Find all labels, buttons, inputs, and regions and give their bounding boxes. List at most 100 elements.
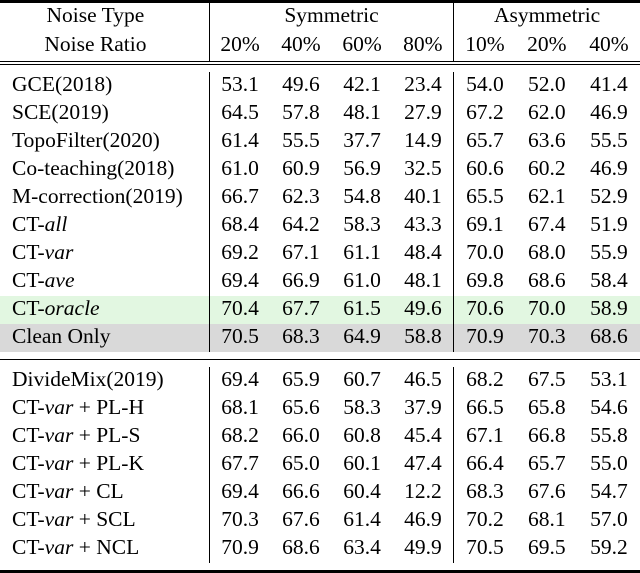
cell-value: 52.9 (578, 184, 640, 212)
cell-value: 58.3 (332, 212, 393, 240)
cell-value: 69.8 (454, 268, 516, 296)
row-method-label: CT-var + SCL (0, 507, 209, 535)
cell-value: 70.3 (516, 324, 578, 352)
cell-value: 67.2 (454, 100, 516, 128)
cell-value: 65.6 (270, 395, 331, 423)
cell-value: 69.4 (209, 367, 270, 395)
cell-value: 12.2 (393, 479, 454, 507)
table-row: TopoFilter(2020)61.4 55.5 37.714.965.763.6… (0, 128, 640, 156)
cell-value: 61.4 (209, 128, 270, 156)
cell-value: 55.8 (578, 423, 640, 451)
cell-value: 65.8 (516, 395, 578, 423)
cell-value: 37.9 (393, 395, 454, 423)
cell-value: 53.1 (209, 72, 270, 100)
cell-value: 46.9 (578, 156, 640, 184)
cell-value: 62.1 (516, 184, 578, 212)
cell-value: 58.3 (332, 395, 393, 423)
header-group-symmetric: Symmetric (209, 3, 453, 32)
cell-value: 54.6 (578, 395, 640, 423)
header-row-noise-ratio: Noise Ratio20%40%60%80%10%20%40% (0, 32, 640, 62)
cell-value: 42.1 (332, 72, 393, 100)
table-row: CT-var + PL-K67.765.060.147.466.465.755.… (0, 451, 640, 479)
cell-value: 55.5 (578, 128, 640, 156)
row-method-label: SCE(2019) (0, 100, 209, 128)
row-method-variant: oracle (45, 296, 100, 320)
row-method-variant: var (45, 423, 74, 447)
header-ratio-symmetric-40: 40% (270, 32, 331, 62)
cell-value: 60.4 (332, 479, 393, 507)
cell-value: 68.1 (516, 507, 578, 535)
cell-value: 60.7 (332, 367, 393, 395)
row-method-variant: all (45, 212, 68, 236)
cell-value: 58.8 (393, 324, 454, 352)
cell-value: 70.0 (454, 240, 516, 268)
cell-value: 69.2 (209, 240, 270, 268)
row-method-label: CT-var + PL-S (0, 423, 209, 451)
spacer-cell (0, 360, 640, 367)
cell-value: 63.6 (516, 128, 578, 156)
section-gap-top-1 (0, 352, 640, 360)
cell-value: 66.9 (270, 268, 331, 296)
cell-value: 49.9 (393, 535, 454, 563)
cell-value: 70.9 (454, 324, 516, 352)
row-method-label: CT-oracle (0, 296, 209, 324)
cell-value: 23.4 (393, 72, 454, 100)
cell-value: 67.7 (209, 451, 270, 479)
row-method-label: Clean Only (0, 324, 209, 352)
row-method-label: CT-var (0, 240, 209, 268)
header-noise-ratio-label: Noise Ratio (0, 32, 209, 62)
row-method-label: TopoFilter(2020) (0, 128, 209, 156)
cell-value: 68.0 (516, 240, 578, 268)
table-row: DivideMix(2019)69.465.960.746.568.267.55… (0, 367, 640, 395)
cell-value: 68.1 (209, 395, 270, 423)
section-gap-bottom-1 (0, 360, 640, 367)
cell-value: 49.6 (270, 72, 331, 100)
cell-value: 67.6 (270, 507, 331, 535)
cell-value: 41.4 (578, 72, 640, 100)
cell-value: 65.7 (454, 128, 516, 156)
cell-value: 56.9 (332, 156, 393, 184)
cell-value: 64.5 (209, 100, 270, 128)
row-method-label: GCE(2018) (0, 72, 209, 100)
cell-value: 68.3 (454, 479, 516, 507)
cell-value: 63.4 (332, 535, 393, 563)
results-table: Noise TypeSymmetricAsymmetric Noise Ratio… (0, 0, 640, 573)
cell-value: 52.0 (516, 72, 578, 100)
header-ratio-asymmetric-10: 10% (454, 32, 516, 62)
cell-value: 70.5 (209, 324, 270, 352)
cell-value: 46.9 (393, 507, 454, 535)
row-method-variant: var (45, 535, 74, 559)
cell-value: 66.0 (270, 423, 331, 451)
row-method-variant: var (45, 507, 74, 531)
header-group-asymmetric: Asymmetric (454, 3, 640, 32)
cell-value: 58.9 (578, 296, 640, 324)
cell-value: 65.9 (270, 367, 331, 395)
cell-value: 48.4 (393, 240, 454, 268)
header-noise-type-label: Noise Type (0, 3, 209, 32)
cell-value: 68.2 (454, 367, 516, 395)
cell-value: 46.5 (393, 367, 454, 395)
cell-value: 70.0 (516, 296, 578, 324)
row-method-variant: var (45, 395, 74, 419)
cell-value: 68.2 (209, 423, 270, 451)
table-row: GCE(2018)53.149.642.123.454.052.041.4 (0, 72, 640, 100)
cell-value: 62.3 (270, 184, 331, 212)
cell-value: 68.6 (516, 268, 578, 296)
cell-value: 57.0 (578, 507, 640, 535)
cell-value: 43.3 (393, 212, 454, 240)
header-ratio-symmetric-20: 20% (209, 32, 270, 62)
cell-value: 67.4 (516, 212, 578, 240)
cell-value: 37.7 (332, 128, 393, 156)
row-method-label: DivideMix(2019) (0, 367, 209, 395)
table-row: CT-var + CL69.466.660.412.268.367.654.7 (0, 479, 640, 507)
table-row: SCE(2019)64.557.848.127.967.262.046.9 (0, 100, 640, 128)
cell-value: 54.7 (578, 479, 640, 507)
cell-value: 66.6 (270, 479, 331, 507)
cell-value: 70.2 (454, 507, 516, 535)
cell-value: 60.9 (270, 156, 331, 184)
cell-value: 14.9 (393, 128, 454, 156)
cell-value: 65.7 (516, 451, 578, 479)
cell-value: 60.8 (332, 423, 393, 451)
cell-value: 54.0 (454, 72, 516, 100)
cell-value: 51.9 (578, 212, 640, 240)
